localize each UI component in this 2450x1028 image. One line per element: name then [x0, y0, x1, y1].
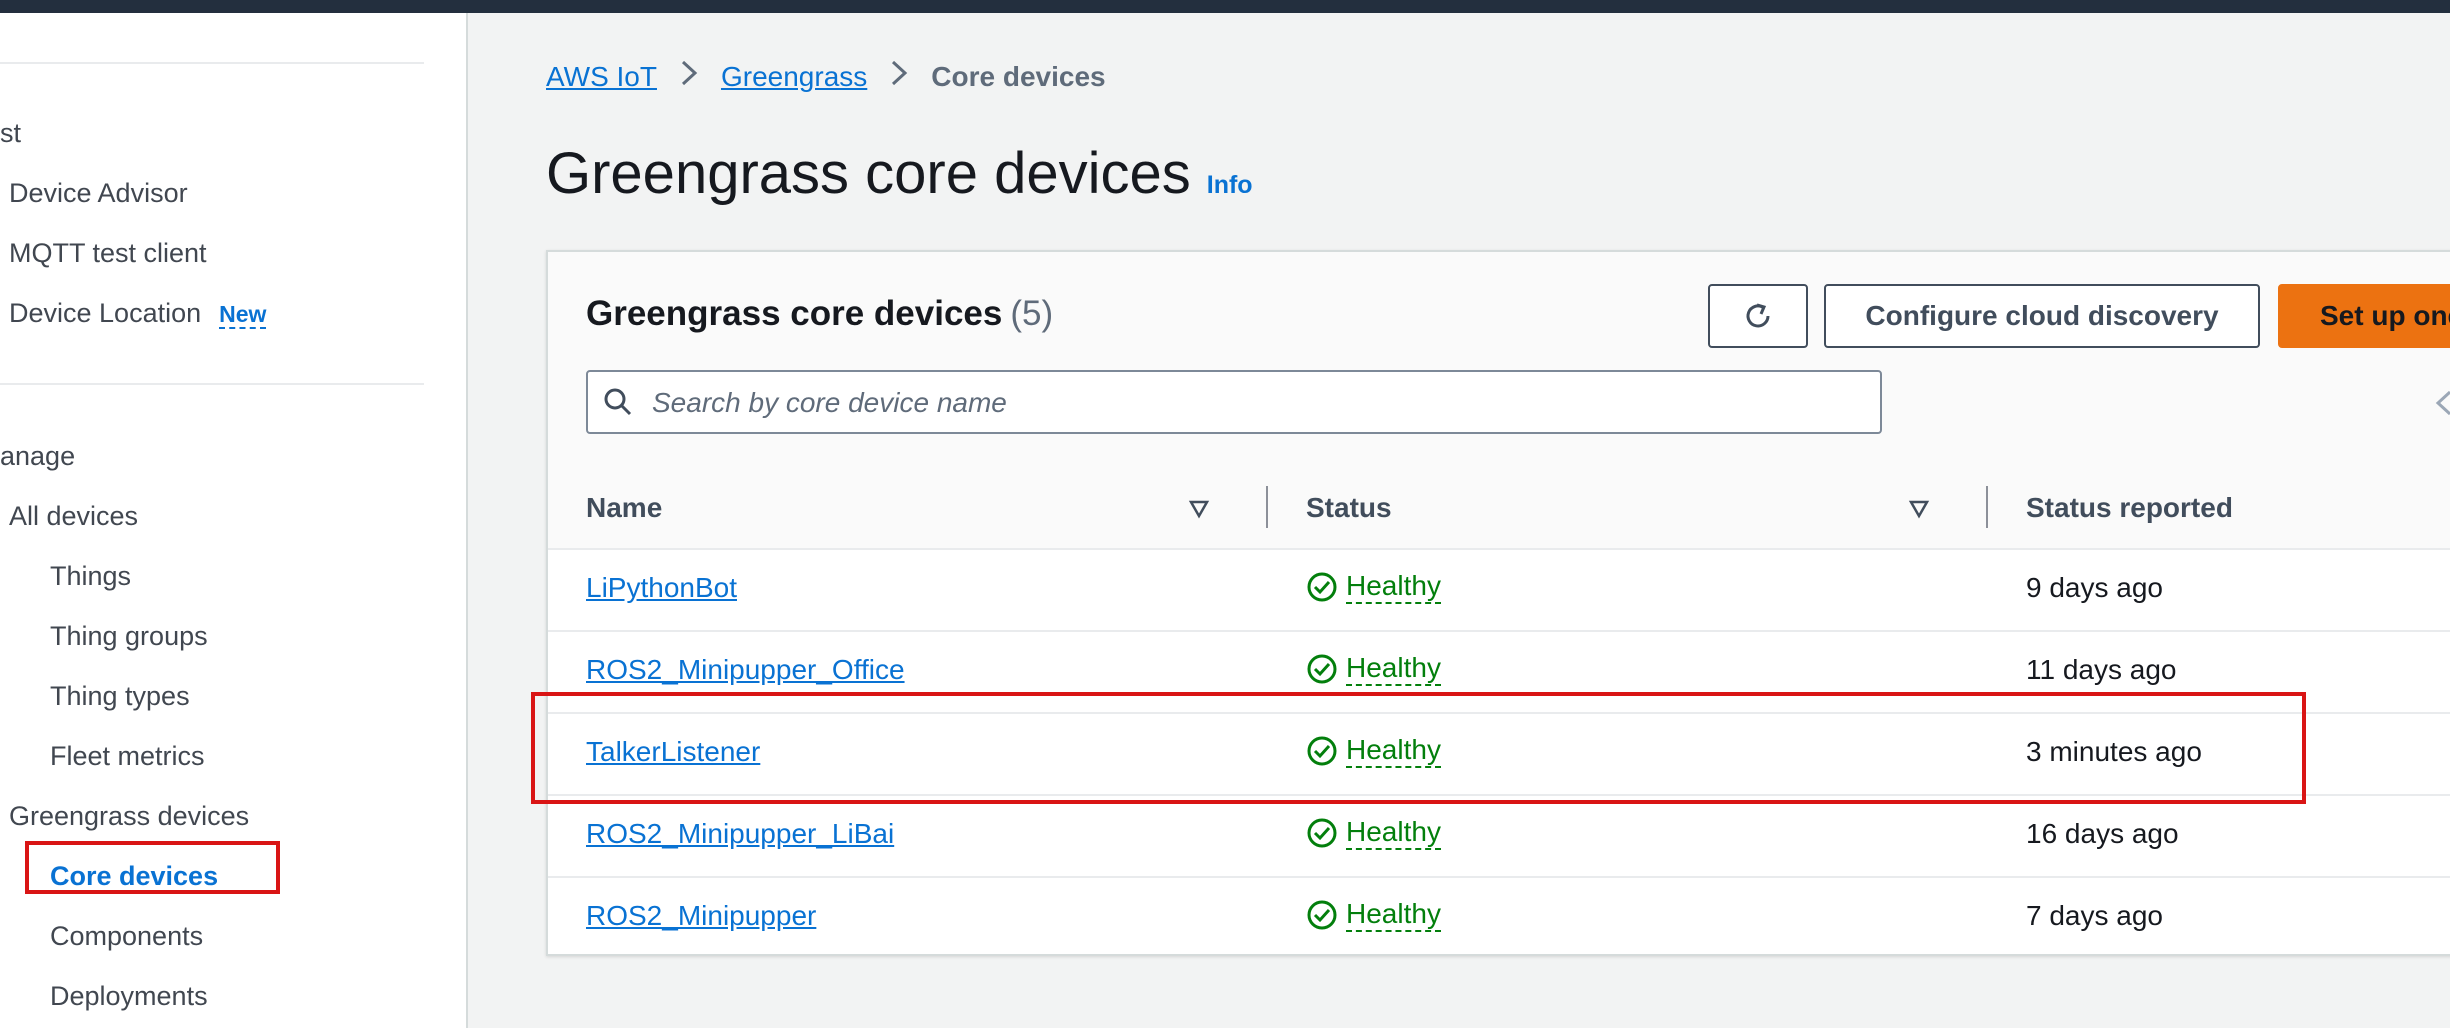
breadcrumb-current: Core devices — [931, 61, 1106, 92]
table-title-text: Greengrass core devices — [586, 294, 1003, 333]
table-column-headers: Name Status Status reported — [548, 468, 2450, 550]
status-healthy-icon — [1307, 654, 1337, 684]
top-navigation-bar — [0, 0, 2450, 13]
table-row: LiPythonBot Healthy 9 days ago — [548, 548, 2450, 632]
sort-icon[interactable] — [1188, 498, 1210, 520]
new-badge: New — [219, 301, 267, 329]
nav-item-deployments[interactable]: Deployments — [50, 981, 208, 1012]
breadcrumb-greengrass[interactable]: Greengrass — [721, 61, 867, 93]
column-divider[interactable] — [1266, 486, 1268, 528]
breadcrumb-aws-iot[interactable]: AWS IoT — [546, 61, 657, 93]
nav-item-all-devices[interactable]: All devices — [9, 501, 138, 532]
status-reported-text: 9 days ago — [2026, 572, 2163, 603]
nav-item-device-location-label: Device Location — [9, 298, 202, 328]
page-header: Greengrass core devices Info — [546, 140, 1253, 207]
chevron-right-icon — [679, 58, 699, 96]
nav-divider — [0, 62, 424, 64]
nav-section-manage[interactable]: anage — [0, 441, 75, 472]
table-row: ROS2_Minipupper Healthy 7 days ago — [548, 876, 2450, 958]
status-reported-text: 7 days ago — [2026, 900, 2163, 931]
table-row: ROS2_Minipupper_LiBai Healthy 16 days ag… — [548, 794, 2450, 878]
nav-item-device-advisor[interactable]: Device Advisor — [9, 178, 188, 209]
status-text[interactable]: Healthy — [1346, 570, 1441, 604]
nav-item-mqtt-test-client[interactable]: MQTT test client — [9, 238, 207, 269]
nav-item-things[interactable]: Things — [50, 561, 131, 592]
status-cell: Healthy — [1306, 570, 1441, 604]
column-header-status[interactable]: Status — [1306, 492, 1392, 524]
device-name-link[interactable]: ROS2_Minipupper — [586, 900, 816, 932]
device-count: (5) — [1010, 294, 1054, 333]
status-reported-text: 11 days ago — [2026, 654, 2177, 685]
core-devices-table-container: Greengrass core devices (5) Configure clo… — [546, 250, 2450, 956]
status-reported-text: 16 days ago — [2026, 818, 2179, 849]
table-title: Greengrass core devices (5) — [586, 294, 1053, 334]
nav-divider — [0, 383, 424, 385]
nav-item-thing-types[interactable]: Thing types — [50, 681, 190, 712]
core-devices-highlight-box — [25, 841, 280, 894]
status-text[interactable]: Healthy — [1346, 816, 1441, 850]
status-text[interactable]: Healthy — [1346, 898, 1441, 932]
chevron-right-icon — [889, 58, 909, 96]
configure-cloud-discovery-button[interactable]: Configure cloud discovery — [1824, 284, 2260, 348]
status-cell: Healthy — [1306, 816, 1441, 850]
column-header-status-reported[interactable]: Status reported — [2026, 492, 2233, 524]
status-cell: Healthy — [1306, 898, 1441, 932]
device-name-link[interactable]: ROS2_Minipupper_Office — [586, 654, 905, 686]
table-header-panel: Greengrass core devices (5) Configure clo… — [548, 252, 2450, 470]
column-divider[interactable] — [1986, 486, 1988, 528]
device-name-link[interactable]: ROS2_Minipupper_LiBai — [586, 818, 894, 850]
status-healthy-icon — [1307, 572, 1337, 602]
search-field — [586, 370, 1882, 434]
refresh-icon — [1746, 303, 1770, 328]
breadcrumb: AWS IoT Greengrass Core devices — [546, 58, 1106, 96]
search-icon — [604, 388, 632, 416]
refresh-button[interactable] — [1708, 284, 1808, 348]
page-title: Greengrass core devices — [546, 141, 1191, 206]
nav-item-device-location[interactable]: Device Location New — [9, 298, 267, 329]
status-text[interactable]: Healthy — [1346, 652, 1441, 686]
status-healthy-icon — [1307, 900, 1337, 930]
nav-item-thing-groups[interactable]: Thing groups — [50, 621, 208, 652]
status-cell: Healthy — [1306, 652, 1441, 686]
column-header-name[interactable]: Name — [586, 492, 662, 524]
device-name-link[interactable]: LiPythonBot — [586, 572, 737, 604]
nav-section-test[interactable]: st — [0, 118, 21, 149]
nav-item-components[interactable]: Components — [50, 921, 203, 952]
talkerlistener-highlight-box — [531, 692, 2306, 804]
chevron-left-icon[interactable] — [2434, 388, 2450, 418]
nav-item-greengrass-devices[interactable]: Greengrass devices — [9, 801, 249, 832]
set-up-one-core-device-button[interactable]: Set up one — [2278, 284, 2450, 348]
status-healthy-icon — [1307, 818, 1337, 848]
search-input[interactable] — [650, 378, 1854, 428]
sort-icon[interactable] — [1908, 498, 1930, 520]
nav-item-fleet-metrics[interactable]: Fleet metrics — [50, 741, 205, 772]
info-link[interactable]: Info — [1207, 171, 1253, 200]
